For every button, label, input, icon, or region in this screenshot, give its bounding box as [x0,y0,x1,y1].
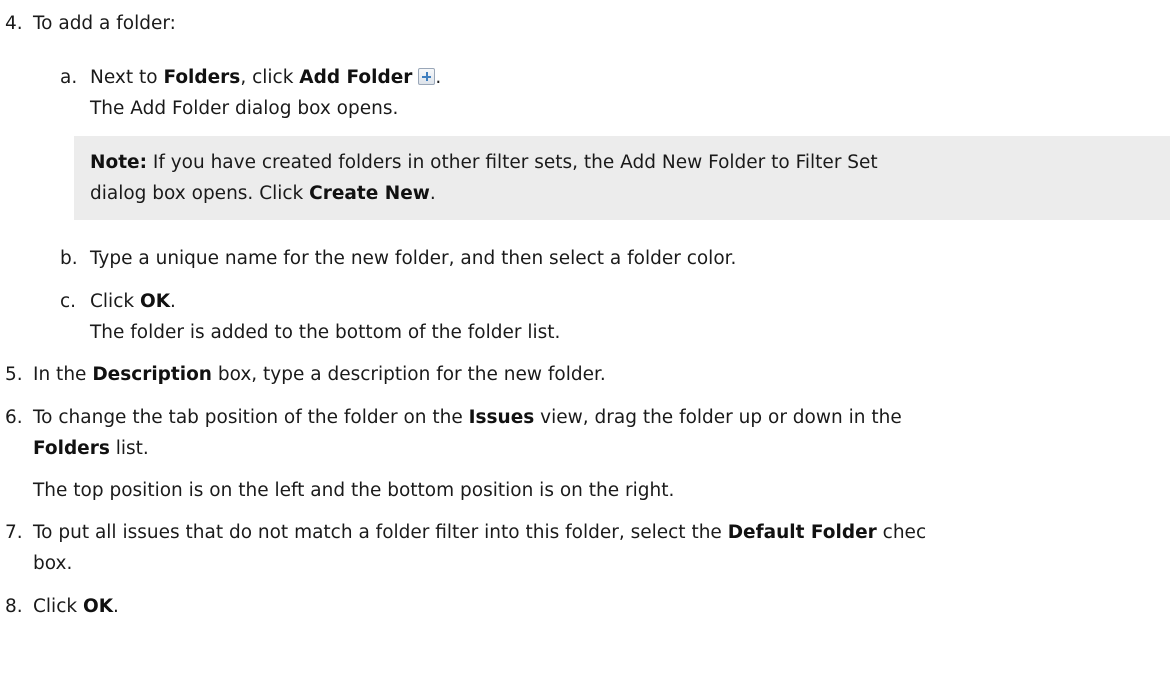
step-8-post: . [113,596,119,617]
add-folder-term: Add Folder [299,67,413,88]
note-label: Note: [90,152,147,173]
default-folder-term: Default Folder [727,522,877,543]
note-text-2-end: . [429,183,436,204]
step-5-pre: In the [33,364,93,385]
ok-term-final: OK [82,596,114,617]
note-line-2: dialog box opens. Click Create New. [90,182,436,206]
create-new-term: Create New [309,183,430,204]
step-4a-result: The Add Folder dialog box opens. [90,98,399,119]
step-4a-text: Next to Folders, click Add Folder. [90,66,441,90]
step-7-text-line-1: To put all issues that do not match a fo… [33,521,926,545]
add-folder-icon [418,68,436,85]
step-6-text-line-1: To change the tab position of the folder… [33,406,902,430]
step-6-post2: list. [109,438,149,459]
step-4-text: To add a folder: [33,13,176,34]
step-8-text: Click OK. [33,595,119,619]
step-4c-pre: Click [90,291,140,312]
note-line-1: Note: If you have created folders in oth… [90,151,878,175]
step-4a-pre: Next to [90,67,164,88]
step-4c-result: The folder is added to the bottom of the… [90,322,561,343]
step-4b-text: Type a unique name for the new folder, a… [90,248,737,269]
step-4a-mid: , click [240,67,300,88]
step-7-pre: To put all issues that do not match a fo… [33,522,728,543]
step-6-pre: To change the tab position of the folder… [33,407,469,428]
note-text-2: dialog box opens. Click [90,183,310,204]
step-7-text-line-2: box. [33,553,73,574]
step-6-number: 6. [5,407,23,428]
folders-list-term: Folders [33,438,110,459]
step-4a-letter: a. [60,67,78,88]
step-6-text-line-2: Folders list. [33,437,149,461]
step-7-number: 7. [5,522,23,543]
document-page: 4. To add a folder: a. Next to Folders, … [0,0,1170,691]
step-4-number: 4. [5,13,23,34]
issues-term: Issues [468,407,535,428]
ok-term: OK [139,291,171,312]
step-4b-letter: b. [60,248,78,269]
step-4a-post: . [435,67,442,88]
step-4c-letter: c. [60,291,77,312]
step-5-number: 5. [5,364,23,385]
step-6-post: view, drag the folder up or down in the [534,407,902,428]
note-text-1: If you have created folders in other fil… [146,152,878,173]
step-5-post: box, type a description for the new fold… [211,364,606,385]
step-6-result: The top position is on the left and the … [33,480,675,501]
step-8-number: 8. [5,596,23,617]
step-4c-post: . [170,291,176,312]
folders-term: Folders [163,67,241,88]
step-5-text: In the Description box, type a descripti… [33,363,606,387]
note-box: Note: If you have created folders in oth… [74,136,1170,220]
step-8-pre: Click [33,596,83,617]
description-term: Description [92,364,212,385]
step-4c-text: Click OK. [90,290,176,314]
step-7-post: chec [876,522,927,543]
